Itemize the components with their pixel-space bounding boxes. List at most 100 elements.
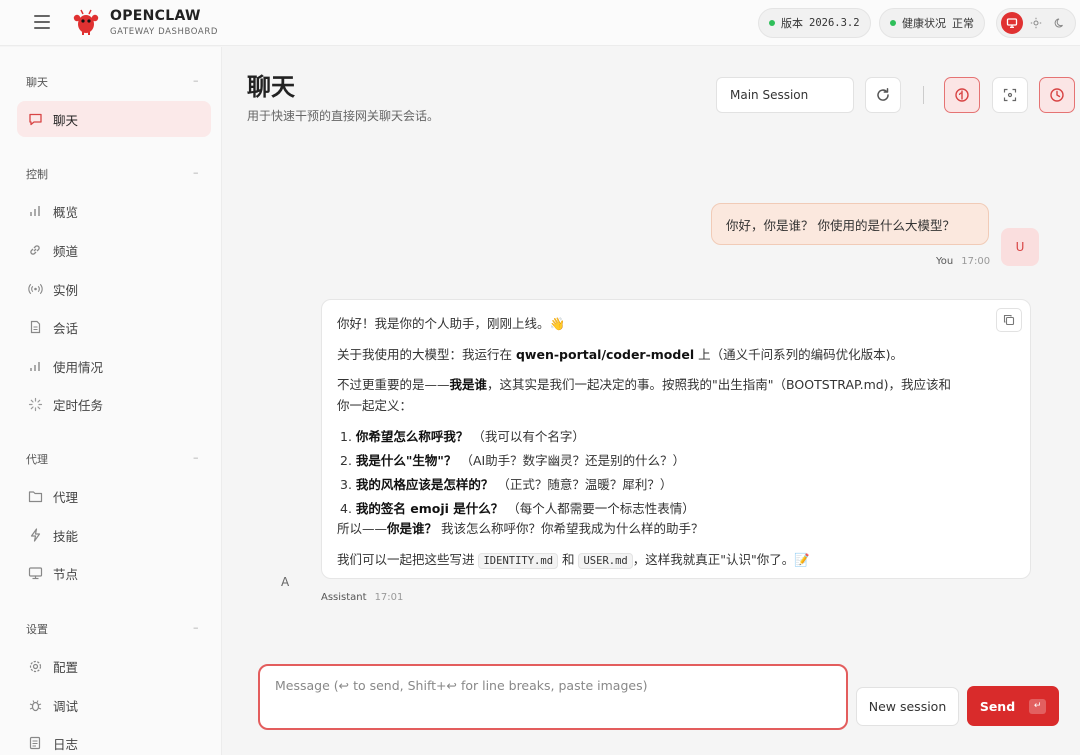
send-button[interactable]: Send ↵ [967, 686, 1059, 726]
sidebar-item-nodes[interactable]: 节点 [17, 555, 211, 591]
sidebar-item-logs[interactable]: 日志 [17, 725, 211, 755]
sidebar-item-label: 概览 [53, 204, 79, 220]
sidebar-item-config[interactable]: 配置 [17, 648, 211, 684]
section-collapse-button[interactable]: – [193, 451, 199, 464]
sidebar-item-label: 日志 [53, 736, 79, 752]
list-item: 3. 我的风格应该是怎样的？ （正式？随意？温暖？犀利？） [340, 477, 673, 492]
refresh-icon [877, 88, 889, 101]
log-icon [27, 735, 43, 751]
version-label: 版本 [781, 17, 803, 30]
assistant-line: 我们可以一起把这些写进 IDENTITY.md 和 USER.md ，这样我就真正… [337, 552, 810, 569]
monitor-icon [27, 565, 43, 581]
section-collapse-button[interactable]: – [193, 166, 199, 179]
link-icon [27, 242, 43, 258]
sidebar-item-instances[interactable]: 实例 [17, 271, 211, 307]
section-collapse-button[interactable]: – [193, 74, 199, 87]
sidebar-item-chat[interactable]: 聊天 [17, 101, 211, 137]
sidebar-item-label: 使用情况 [53, 359, 104, 375]
bar-chart-icon [27, 203, 43, 219]
toolbar-divider [923, 86, 924, 104]
list-item: 2. 我是什么"生物"？ （AI助手？数字幽灵？还是别的什么？） [340, 453, 686, 468]
refresh-button[interactable] [865, 77, 901, 113]
sidebar-item-sessions[interactable]: 会话 [17, 309, 211, 345]
sidebar-section-agents: 代理 [26, 453, 48, 466]
sidebar-item-usage[interactable]: 使用情况 [17, 348, 211, 384]
usage-chart-icon [27, 358, 43, 374]
folder-icon [27, 488, 43, 504]
theme-system-button[interactable] [1001, 12, 1023, 34]
health-label: 健康状况 [902, 17, 946, 30]
theme-switch [996, 8, 1076, 38]
assistant-line: 你一起定义： [337, 398, 413, 413]
assistant-line: 不过更重要的是——我是谁，这其实是我们一起决定的事。按照我的"出生指南"（BOO… [337, 377, 952, 392]
new-session-button[interactable]: New session [856, 687, 959, 726]
sidebar-item-channels[interactable]: 频道 [17, 232, 211, 268]
sidebar-item-label: 定时任务 [53, 397, 104, 413]
sidebar-item-label: 实例 [53, 282, 79, 298]
list-item: 1. 你希望怎么称呼我？ （我可以有个名字） [340, 429, 585, 444]
thinking-toggle-button[interactable] [944, 77, 980, 113]
sidebar-section-control: 控制 [26, 168, 48, 181]
section-collapse-button[interactable]: – [193, 621, 199, 634]
gear-icon [27, 658, 43, 674]
message-input[interactable]: Message (↩ to send, Shift+↩ for line bre… [258, 664, 848, 730]
user-avatar: U [1001, 228, 1039, 266]
broadcast-icon [27, 281, 43, 297]
sidebar-item-overview[interactable]: 概览 [17, 193, 211, 229]
code-identity: IDENTITY.md [478, 553, 559, 569]
sun-icon [1030, 17, 1042, 29]
status-dot-icon [769, 20, 775, 26]
menu-icon[interactable] [34, 15, 50, 29]
health-badge: 健康状况 正常 [879, 8, 985, 38]
loader-icon [27, 396, 43, 412]
message-time: 17:01 [374, 592, 404, 603]
assistant-message-meta: Assistant 17:01 [321, 592, 403, 603]
sidebar-item-debug[interactable]: 调试 [17, 687, 211, 723]
sidebar-section-settings: 设置 [26, 623, 48, 636]
clock-icon [1050, 88, 1064, 102]
theme-dark-button[interactable] [1049, 12, 1071, 34]
page-title: 聊天 [247, 73, 295, 101]
sidebar-item-label: 节点 [53, 566, 79, 582]
lightning-icon [27, 527, 43, 543]
sidebar-section-chat: 聊天 [26, 76, 48, 89]
history-button[interactable] [1039, 77, 1075, 113]
sidebar-item-label: 代理 [53, 489, 79, 505]
session-selector[interactable]: Main Session [716, 77, 854, 113]
user-message-meta: You 17:00 [936, 256, 990, 267]
brand-title: OPENCLAW [110, 8, 201, 24]
moon-icon [1054, 18, 1063, 28]
version-badge: 版本 2026.3.2 [758, 8, 871, 38]
message-author: You [936, 256, 954, 267]
copy-button[interactable] [996, 308, 1022, 332]
list-item: 4. 我的签名 emoji 是什么？ （每个人都需要一个标志性表情） [340, 501, 695, 516]
code-user: USER.md [578, 553, 633, 569]
brand-subtitle: GATEWAY DASHBOARD [110, 27, 218, 37]
sidebar-item-cron-jobs[interactable]: 定时任务 [17, 386, 211, 422]
page-subtitle: 用于快速干预的直接网关聊天会话。 [247, 109, 440, 123]
monitor-icon [1006, 18, 1018, 28]
brain-icon [955, 88, 969, 102]
sidebar-item-label: 会话 [53, 320, 79, 336]
message-author: Assistant [321, 592, 367, 603]
assistant-line: 你好！我是你的个人助手，刚刚上线。👋 [337, 316, 566, 331]
user-message-bubble: 你好，你是谁？ 你使用的是什么大模型？ [711, 203, 989, 245]
health-value: 正常 [952, 17, 974, 30]
document-icon [27, 319, 43, 335]
assistant-message-card: 你好！我是你的个人助手，刚刚上线。👋 关于我使用的大模型：我运行在 qwen-p… [321, 299, 1031, 579]
message-time: 17:00 [961, 256, 991, 267]
focus-mode-button[interactable] [992, 77, 1028, 113]
lobster-logo-icon [73, 9, 99, 35]
sidebar-item-label: 技能 [53, 528, 79, 544]
chat-icon [27, 111, 43, 127]
sidebar-item-skills[interactable]: 技能 [17, 517, 211, 553]
send-label: Send [979, 698, 1016, 714]
main-content: 聊天 用于快速干预的直接网关聊天会话。 Main Session 你好，你是谁？… [223, 47, 1080, 755]
theme-light-button[interactable] [1025, 12, 1047, 34]
sidebar-item-label: 配置 [53, 659, 79, 675]
copy-icon [1003, 314, 1015, 326]
sidebar-item-agents[interactable]: 代理 [17, 478, 211, 514]
sidebar: 聊天 – 聊天 控制 – 概览 频道 实例 会话 使用情况 定时任务 代理 – … [0, 47, 222, 755]
status-dot-icon [890, 20, 896, 26]
enter-key-icon: ↵ [1029, 698, 1047, 714]
